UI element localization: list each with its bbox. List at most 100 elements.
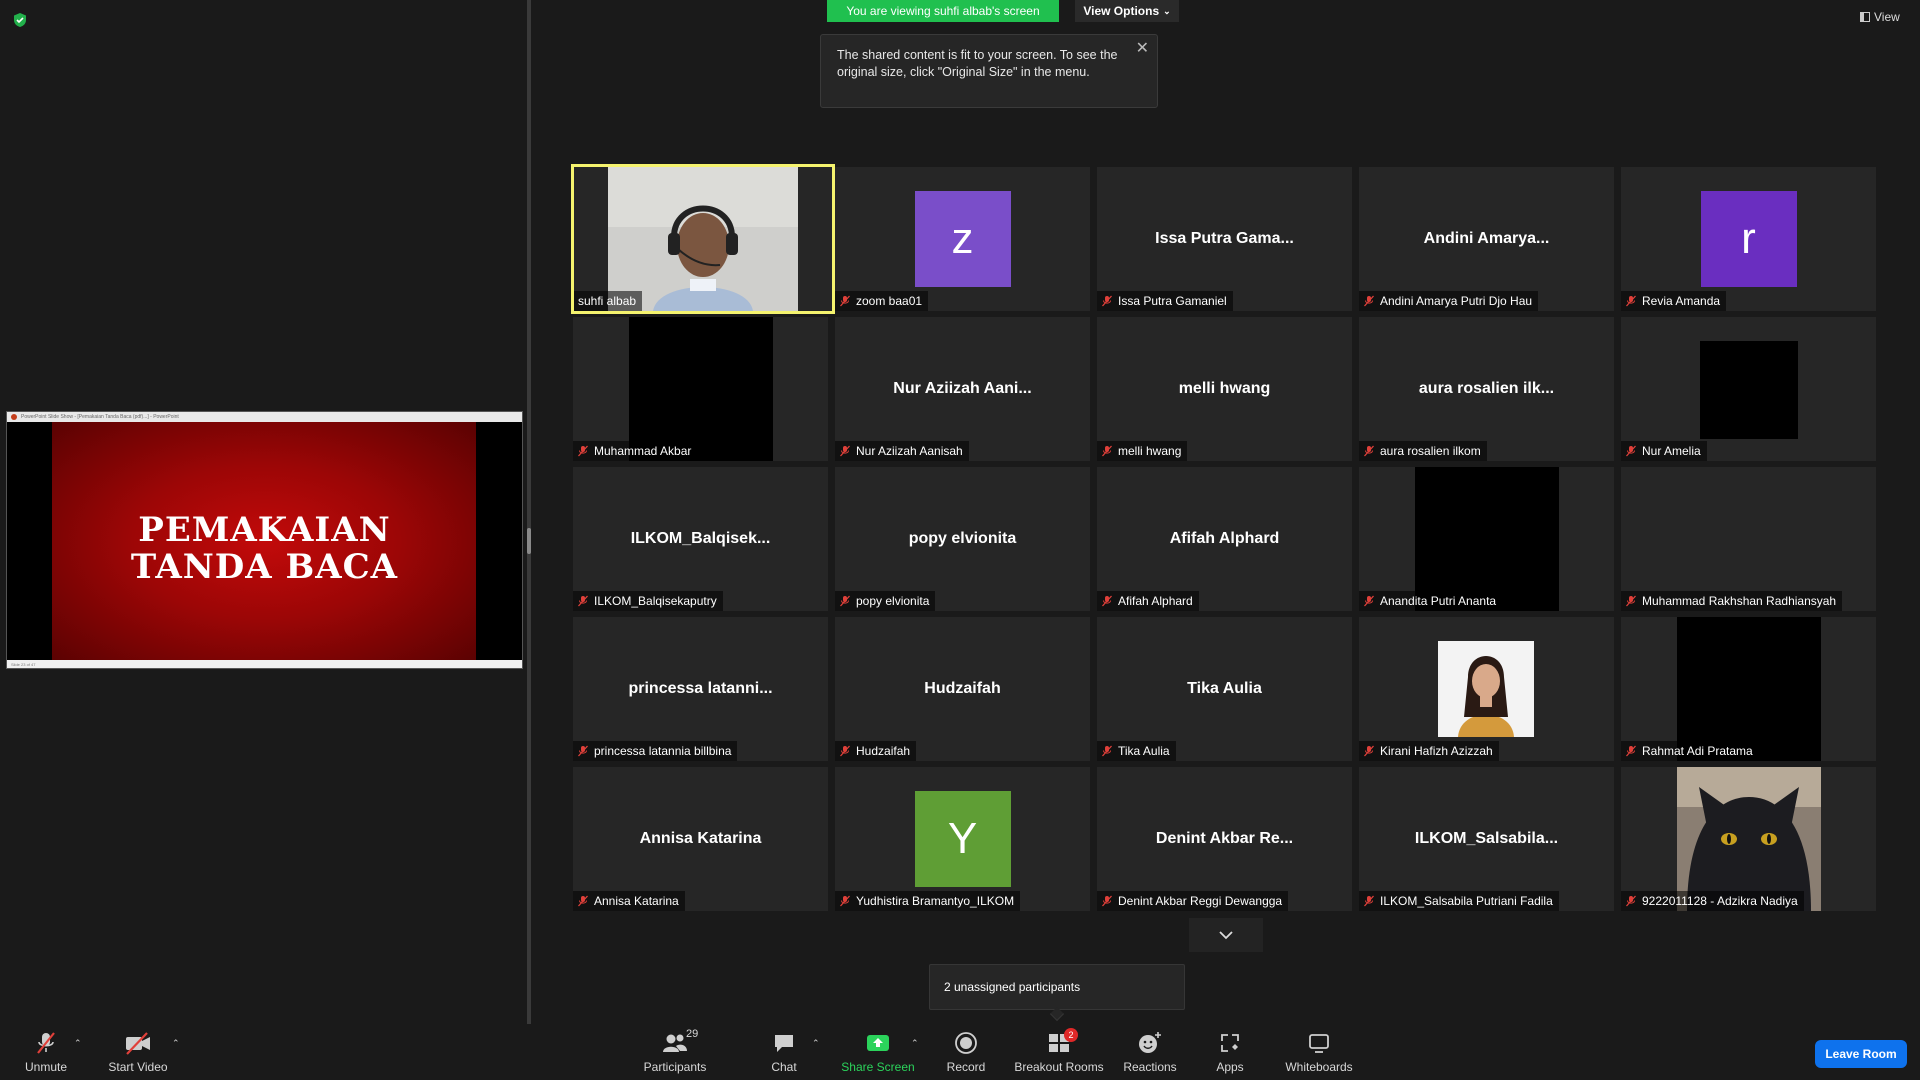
- participants-button[interactable]: 29 Participants: [640, 1024, 710, 1080]
- participant-tile[interactable]: Y Yudhistira Bramantyo_ILKOM: [835, 767, 1090, 911]
- slide-area: PEMAKAIAN TANDA BACA: [7, 422, 522, 662]
- participant-tile[interactable]: Issa Putra Gama... Issa Putra Gamaniel: [1097, 167, 1352, 311]
- participant-tile[interactable]: Nur Aziizah Aani... Nur Aziizah Aanisah: [835, 317, 1090, 461]
- unmute-label: Unmute: [24, 1060, 68, 1074]
- view-options-button[interactable]: View Options ⌄: [1075, 0, 1179, 22]
- start-video-button[interactable]: Start Video: [106, 1024, 170, 1080]
- participant-name: popy elvionita: [856, 594, 930, 608]
- view-options-label: View Options: [1083, 4, 1160, 18]
- participant-video: [608, 167, 798, 311]
- share-screen-button[interactable]: Share Screen: [838, 1024, 918, 1080]
- chat-button[interactable]: Chat: [765, 1024, 803, 1080]
- participant-tile[interactable]: Denint Akbar Re... Denint Akbar Reggi Dew…: [1097, 767, 1352, 911]
- participant-name-label: Revia Amanda: [1621, 291, 1727, 311]
- start-video-label: Start Video: [108, 1060, 168, 1074]
- muted-microphone-icon: [1363, 295, 1375, 307]
- participant-tile[interactable]: z zoom baa01: [835, 167, 1090, 311]
- muted-microphone-icon: [1363, 895, 1375, 907]
- participant-tile[interactable]: Tika Aulia Tika Aulia: [1097, 617, 1352, 761]
- layout-icon: [1860, 12, 1870, 22]
- audio-options-caret-icon[interactable]: ⌃: [74, 1038, 82, 1049]
- participant-name-label: Anandita Putri Ananta: [1359, 591, 1503, 611]
- muted-microphone-icon: [839, 895, 851, 907]
- apps-button[interactable]: Apps: [1210, 1024, 1250, 1080]
- share-screen-icon: [863, 1030, 893, 1056]
- participant-tile[interactable]: ILKOM_Salsabila... ILKOM_Salsabila Putria…: [1359, 767, 1614, 911]
- participant-tile[interactable]: 9222011128 - Adzikra Nadiya: [1621, 767, 1876, 911]
- whiteboards-button[interactable]: Whiteboards: [1282, 1024, 1356, 1080]
- participant-tile[interactable]: Nur Amelia: [1621, 317, 1876, 461]
- participant-tile[interactable]: Muhammad Akbar: [573, 317, 828, 461]
- record-button[interactable]: Record: [940, 1024, 992, 1080]
- participant-name-label: Annisa Katarina: [573, 891, 685, 911]
- participant-name-label: ILKOM_Salsabila Putriani Fadila: [1359, 891, 1559, 911]
- tooltip-text: The shared content is fit to your screen…: [837, 48, 1118, 79]
- participant-tile[interactable]: Muhammad Rakhshan Radhiansyah: [1621, 467, 1876, 611]
- unmute-button[interactable]: Unmute: [18, 1024, 74, 1080]
- participant-tile[interactable]: suhfi albab: [571, 164, 835, 314]
- participant-tile[interactable]: Hudzaifah Hudzaifah: [835, 617, 1090, 761]
- breakout-rooms-icon: 2: [1044, 1028, 1078, 1056]
- slide-title: PEMAKAIAN TANDA BACA: [7, 512, 522, 586]
- participant-tile[interactable]: Rahmat Adi Pratama: [1621, 617, 1876, 761]
- participant-name-label: melli hwang: [1097, 441, 1188, 461]
- participant-name-label: Afifah Alphard: [1097, 591, 1199, 611]
- participant-avatar: Y: [914, 791, 1011, 887]
- leave-room-button[interactable]: Leave Room: [1815, 1040, 1907, 1068]
- participant-name: Yudhistira Bramantyo_ILKOM: [856, 894, 1015, 908]
- close-icon[interactable]: ✕: [1136, 40, 1149, 57]
- participant-name: Rahmat Adi Pratama: [1642, 744, 1753, 758]
- participant-name: ILKOM_Balqisekaputry: [594, 594, 717, 608]
- panel-splitter[interactable]: [527, 0, 531, 1024]
- share-options-caret-icon[interactable]: ⌃: [911, 1038, 919, 1049]
- participant-name: Muhammad Rakhshan Radhiansyah: [1642, 594, 1837, 608]
- shared-screen-panel: PowerPoint Slide Show - [Pemakaian Tanda…: [0, 0, 527, 1024]
- muted-microphone-icon: [839, 745, 851, 757]
- chat-options-caret-icon[interactable]: ⌃: [812, 1038, 820, 1049]
- whiteboards-label: Whiteboards: [1285, 1060, 1353, 1074]
- participant-name: Kirani Hafizh Azizzah: [1380, 744, 1493, 758]
- participant-name: Nur Amelia: [1642, 444, 1701, 458]
- participant-name-label: Yudhistira Bramantyo_ILKOM: [835, 891, 1021, 911]
- muted-microphone-icon: [1625, 745, 1637, 757]
- participant-tile[interactable]: aura rosalien ilk... aura rosalien ilkom: [1359, 317, 1614, 461]
- breakout-rooms-button[interactable]: 2 Breakout Rooms: [1012, 1024, 1106, 1080]
- participant-tile[interactable]: Andini Amarya... Andini Amarya Putri Djo …: [1359, 167, 1614, 311]
- unassigned-participants-popup[interactable]: 2 unassigned participants: [929, 964, 1185, 1010]
- participant-tile[interactable]: ILKOM_Balqisek... ILKOM_Balqisekaputry: [573, 467, 828, 611]
- participant-tile[interactable]: melli hwang melli hwang: [1097, 317, 1352, 461]
- participant-display-name: melli hwang: [1178, 380, 1271, 397]
- participant-tile[interactable]: princessa latanni... princessa latannia b…: [573, 617, 828, 761]
- view-button[interactable]: View: [1860, 10, 1900, 24]
- muted-microphone-icon: [1363, 445, 1375, 457]
- participant-avatar: z: [914, 191, 1011, 287]
- encryption-shield-icon[interactable]: [12, 12, 28, 28]
- participant-name: Muhammad Akbar: [594, 444, 692, 458]
- fit-to-screen-tooltip: The shared content is fit to your screen…: [820, 34, 1158, 108]
- participant-tile[interactable]: Anandita Putri Ananta: [1359, 467, 1614, 611]
- splitter-handle[interactable]: [527, 528, 531, 554]
- video-options-caret-icon[interactable]: ⌃: [172, 1038, 180, 1049]
- participant-name-label: Nur Aziizah Aanisah: [835, 441, 969, 461]
- participant-tile[interactable]: r Revia Amanda: [1621, 167, 1876, 311]
- apps-label: Apps: [1216, 1060, 1244, 1074]
- participant-tile[interactable]: Annisa Katarina Annisa Katarina: [573, 767, 828, 911]
- shared-slide-window[interactable]: PowerPoint Slide Show - [Pemakaian Tanda…: [6, 411, 523, 669]
- muted-microphone-icon: [577, 895, 589, 907]
- participants-label: Participants: [643, 1060, 707, 1074]
- muted-microphone-icon: [1101, 895, 1113, 907]
- participant-name-label: Tika Aulia: [1097, 741, 1176, 761]
- participant-display-name: aura rosalien ilk...: [1418, 380, 1555, 397]
- participant-tile[interactable]: popy elvionita popy elvionita: [835, 467, 1090, 611]
- participant-display-name: Nur Aziizah Aani...: [893, 380, 1032, 397]
- participant-name: Afifah Alphard: [1118, 594, 1193, 608]
- participant-tile[interactable]: Kirani Hafizh Azizzah: [1359, 617, 1614, 761]
- breakout-rooms-badge: 2: [1064, 1028, 1078, 1042]
- slide-title-line1: PEMAKAIAN: [138, 510, 391, 550]
- gallery-next-page-button[interactable]: [1189, 918, 1263, 952]
- muted-microphone-icon: [1101, 295, 1113, 307]
- participant-tile[interactable]: Afifah Alphard Afifah Alphard: [1097, 467, 1352, 611]
- participant-name-label: Andini Amarya Putri Djo Hau: [1359, 291, 1539, 311]
- reactions-button[interactable]: Reactions: [1123, 1024, 1177, 1080]
- whiteboard-icon: [1304, 1030, 1334, 1056]
